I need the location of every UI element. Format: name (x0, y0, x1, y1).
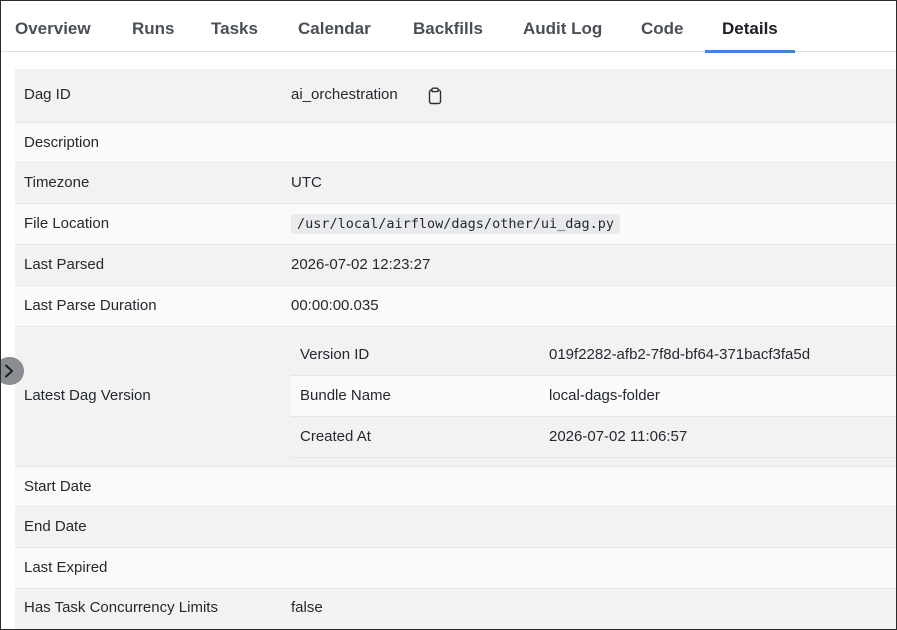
dag-details-panel: Overview Runs Tasks Calendar Backfills A… (0, 0, 897, 630)
dag-version-table: Version ID 019f2282-afb2-7f8d-bf64-371ba… (291, 335, 896, 458)
tab-calendar[interactable]: Calendar (298, 1, 371, 52)
bundle-name-label: Bundle Name (300, 387, 391, 404)
bundle-name-value: local-dags-folder (549, 387, 660, 404)
row-last-expired: Last Expired (15, 548, 896, 589)
last-parse-duration-label: Last Parse Duration (24, 297, 157, 314)
end-date-label: End Date (24, 518, 87, 535)
start-date-label: Start Date (24, 478, 92, 495)
last-expired-label: Last Expired (24, 559, 108, 576)
timezone-label: Timezone (24, 174, 90, 191)
tab-backfills[interactable]: Backfills (413, 1, 483, 52)
tab-details[interactable]: Details (705, 1, 795, 53)
version-id-row: Version ID 019f2282-afb2-7f8d-bf64-371ba… (291, 335, 896, 376)
file-location-label: File Location (24, 215, 110, 232)
file-location-value: /usr/local/airflow/dags/other/ui_dag.py (291, 214, 620, 234)
latest-dag-version-label: Latest Dag Version (24, 387, 151, 404)
has-task-concurrency-limits-label: Has Task Concurrency Limits (24, 599, 218, 616)
details-table: Dag ID ai_orchestration Description Time… (15, 69, 896, 629)
last-parse-duration-value: 00:00:00.035 (291, 297, 379, 314)
tab-audit-log[interactable]: Audit Log (523, 1, 602, 52)
has-task-concurrency-limits-value: false (291, 599, 323, 616)
tab-code[interactable]: Code (641, 1, 684, 52)
row-file-location: File Location /usr/local/airflow/dags/ot… (15, 204, 896, 245)
row-start-date: Start Date (15, 467, 896, 507)
row-timezone: Timezone UTC (15, 163, 896, 204)
row-last-parsed: Last Parsed 2026-07-02 12:23:27 (15, 245, 896, 286)
row-dag-id: Dag ID ai_orchestration (15, 69, 896, 123)
row-latest-dag-version: Latest Dag Version Version ID 019f2282-a… (15, 327, 896, 467)
timezone-value: UTC (291, 174, 322, 191)
row-last-parse-duration: Last Parse Duration 00:00:00.035 (15, 286, 896, 327)
tab-overview[interactable]: Overview (15, 1, 91, 52)
created-at-label: Created At (300, 428, 371, 445)
dag-id-label: Dag ID (24, 86, 71, 103)
row-description: Description (15, 123, 896, 163)
chevron-right-icon (5, 364, 13, 378)
clipboard-icon[interactable] (427, 87, 443, 105)
row-end-date: End Date (15, 507, 896, 548)
description-label: Description (24, 134, 100, 151)
created-at-value: 2026-07-02 11:06:57 (549, 428, 688, 445)
version-id-label: Version ID (300, 346, 370, 363)
last-parsed-label: Last Parsed (24, 256, 105, 273)
tab-runs[interactable]: Runs (132, 1, 175, 52)
created-at-row: Created At 2026-07-02 11:06:57 (291, 417, 896, 458)
tab-bar: Overview Runs Tasks Calendar Backfills A… (1, 1, 896, 53)
last-parsed-value: 2026-07-02 12:23:27 (291, 256, 431, 273)
tab-tasks[interactable]: Tasks (211, 1, 258, 52)
row-has-task-concurrency-limits: Has Task Concurrency Limits false (15, 589, 896, 629)
dag-id-value: ai_orchestration (291, 86, 398, 103)
bundle-name-row: Bundle Name local-dags-folder (291, 376, 896, 417)
version-id-value: 019f2282-afb2-7f8d-bf64-371bacf3fa5d (549, 346, 811, 363)
